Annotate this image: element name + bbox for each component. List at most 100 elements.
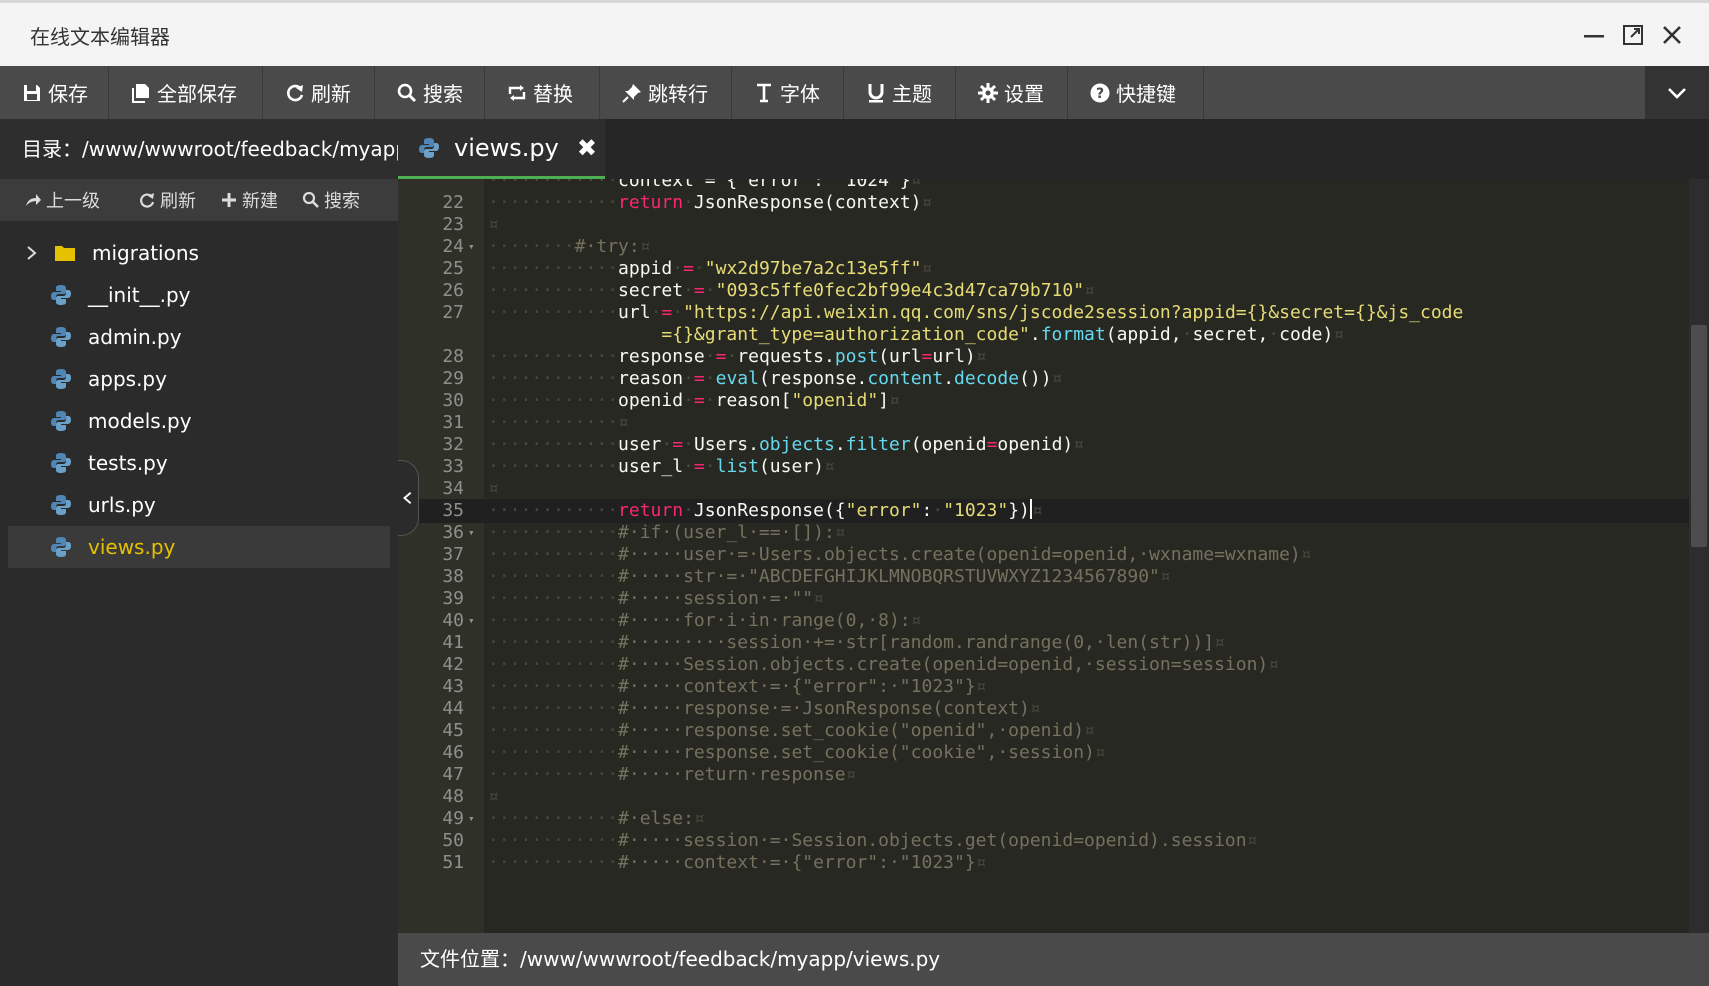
- code-line[interactable]: 38 ············#·····str·=·"ABCDEFGHIJKLM…: [398, 565, 1689, 589]
- close-tab-icon[interactable]: ✖: [577, 134, 597, 162]
- code-token: ¤: [639, 236, 651, 257]
- code-line[interactable]: 29 ············reason·=·eval(response.con…: [398, 367, 1689, 391]
- code-token: ()): [1019, 368, 1052, 389]
- code-token: ············: [488, 500, 619, 521]
- theme-button[interactable]: 主题: [844, 66, 956, 119]
- fold-toggle-icon[interactable]: ▾: [468, 235, 475, 259]
- file-item-init[interactable]: __init__.py: [8, 274, 390, 316]
- code-line[interactable]: 28 ············response·=·requests.post(u…: [398, 345, 1689, 369]
- code-line[interactable]: 44 ············#·····response·=·JsonRespo…: [398, 697, 1689, 721]
- file-item-views[interactable]: views.py: [8, 526, 390, 568]
- refresh-button[interactable]: 刷新: [263, 66, 375, 119]
- scrollbar-thumb[interactable]: [1691, 325, 1707, 547]
- line-code: ¤: [488, 785, 499, 809]
- code-line[interactable]: 37 ············#·····user·=·Users.objects…: [398, 543, 1689, 567]
- code-line[interactable]: 32 ············user·=·Users.objects.filte…: [398, 433, 1689, 457]
- code-line[interactable]: 45 ············#·····response.set_cookie(…: [398, 719, 1689, 743]
- file-item-migrations[interactable]: migrations: [8, 232, 390, 274]
- code-line[interactable]: 22 ············return·JsonResponse(contex…: [398, 191, 1689, 215]
- minimize-icon[interactable]: [1580, 21, 1608, 49]
- code-token: (url: [878, 346, 922, 367]
- code-token: appid: [618, 258, 673, 279]
- code-line[interactable]: 35 ············return·JsonResponse({"erro…: [398, 499, 1689, 523]
- font-button[interactable]: 字体: [732, 66, 844, 119]
- code-line[interactable]: 27 ············url·=·"https://api.weixin.…: [398, 301, 1689, 325]
- file-item-tests[interactable]: tests.py: [8, 442, 390, 484]
- fold-toggle-icon[interactable]: ▾: [468, 609, 475, 633]
- code-line[interactable]: 47 ············#·····return·response¤: [398, 763, 1689, 787]
- code-token: ············: [488, 258, 619, 279]
- file-name: views.py: [88, 535, 176, 559]
- save-button[interactable]: 保存: [0, 66, 109, 119]
- sidebar-search-button[interactable]: 搜索: [302, 187, 360, 213]
- close-icon[interactable]: [1658, 21, 1686, 49]
- current-directory: 目录：/www/wwwroot/feedback/myapp: [0, 119, 398, 179]
- code-editor[interactable]: ············ context = {"error": "1024"} ¤…: [398, 179, 1689, 933]
- code-token: ·: [693, 258, 705, 279]
- shortcuts-button[interactable]: ? 快捷键: [1068, 66, 1204, 119]
- code-line[interactable]: 51 ············#·····context·=·{"error":·…: [398, 851, 1689, 875]
- fold-toggle-icon[interactable]: ▾: [468, 521, 475, 545]
- underline-icon: [864, 81, 888, 105]
- code-line[interactable]: ={}&grant_type=authorization_code".forma…: [398, 323, 1689, 347]
- code-line[interactable]: 50 ············#·····session·=·Session.ob…: [398, 829, 1689, 853]
- chevron-right-icon[interactable]: [24, 245, 50, 261]
- code-line[interactable]: 48 ¤: [398, 785, 1689, 809]
- code-token: ············: [488, 742, 619, 763]
- code-token: ·: [704, 390, 716, 411]
- save-all-button[interactable]: 全部保存: [109, 66, 263, 119]
- editor-scrollbar[interactable]: [1689, 179, 1709, 933]
- code-token: ¤: [921, 192, 933, 213]
- code-line[interactable]: 23 ¤: [398, 213, 1689, 237]
- code-line[interactable]: 39 ············#·····session·=·""¤: [398, 587, 1689, 611]
- code-line[interactable]: 31 ············¤: [398, 411, 1689, 435]
- code-line[interactable]: 33 ············user_l·=·list(user)¤: [398, 455, 1689, 479]
- code-line[interactable]: 34 ¤: [398, 477, 1689, 501]
- code-line[interactable]: 41 ············#·········session·+=·str[r…: [398, 631, 1689, 655]
- code-line[interactable]: 49 ▾ ············#·else:¤: [398, 807, 1689, 831]
- replace-button[interactable]: 替换: [485, 66, 600, 119]
- code-line[interactable]: 43 ············#·····context·=·{"error":·…: [398, 675, 1689, 699]
- new-file-button[interactable]: 新建: [220, 187, 278, 213]
- code-token: eval: [715, 368, 759, 389]
- file-item-models[interactable]: models.py: [8, 400, 390, 442]
- code-token: #·····response.set_cookie("cookie",·sess…: [618, 742, 1095, 763]
- code-token: ·: [683, 368, 694, 389]
- code-line[interactable]: 26 ············secret·=·"093c5ffe0fec2bf9…: [398, 279, 1689, 303]
- goto-line-label: 跳转行: [648, 82, 708, 106]
- code-token: #·····for·i·in·range(0,·8):: [618, 610, 911, 631]
- code-token: ·: [683, 192, 694, 213]
- code-line[interactable]: 42 ············#·····Session.objects.crea…: [398, 653, 1689, 677]
- collapse-sidebar-button[interactable]: [398, 460, 419, 536]
- sidebar-search-label: 搜索: [324, 191, 360, 212]
- fold-toggle-icon[interactable]: ▾: [468, 807, 475, 831]
- tab-views-py[interactable]: views.py ✖: [398, 119, 605, 179]
- code-token: context = {"error": "1024"}: [618, 179, 911, 191]
- goto-line-button[interactable]: 跳转行: [600, 66, 732, 119]
- line-number: 32: [442, 434, 464, 455]
- line-number: 43: [442, 676, 464, 697]
- line-code: ············#·········session·+=·str[ran…: [488, 631, 1225, 655]
- code-line[interactable]: 24 ▾ ········#·try:¤: [398, 235, 1689, 259]
- file-item-apps[interactable]: apps.py: [8, 358, 390, 400]
- code-line[interactable]: 30 ············openid·=·reason["openid"]¤: [398, 389, 1689, 413]
- code-line[interactable]: 46 ············#·····response.set_cookie(…: [398, 741, 1689, 765]
- code-token: ············: [488, 456, 619, 477]
- file-item-urls[interactable]: urls.py: [8, 484, 390, 526]
- settings-button[interactable]: 设置: [956, 66, 1068, 119]
- line-number: 40: [442, 610, 464, 631]
- parent-dir-button[interactable]: 上一级: [24, 187, 100, 213]
- line-number: 26: [442, 280, 464, 301]
- code-line[interactable]: 25 ············appid·=·"wx2d97be7a2c13e5f…: [398, 257, 1689, 281]
- search-button[interactable]: 搜索: [375, 66, 485, 119]
- code-line[interactable]: 36 ▾ ············#·if·(user_l·==·[]):¤: [398, 521, 1689, 545]
- file-item-admin[interactable]: admin.py: [8, 316, 390, 358]
- code-line[interactable]: 40 ▾ ············#·····for·i·in·range(0,·8…: [398, 609, 1689, 633]
- code-token: #·····response.set_cookie("openid",·open…: [618, 720, 1085, 741]
- more-toolbar-button[interactable]: [1645, 66, 1709, 119]
- sidebar-refresh-button[interactable]: 刷新: [138, 187, 196, 213]
- maximize-icon[interactable]: [1619, 21, 1647, 49]
- python-icon: [50, 409, 74, 433]
- code-token: :: [921, 500, 933, 521]
- code-token: ············: [488, 302, 619, 323]
